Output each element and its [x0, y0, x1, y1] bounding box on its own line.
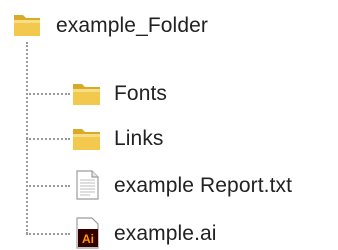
tree-node-links[interactable]: Links — [70, 121, 164, 155]
tree-node-label: Fonts — [114, 81, 168, 105]
svg-text:Ai: Ai — [82, 232, 94, 246]
tree-node-report-txt[interactable]: example Report.txt — [70, 168, 292, 202]
folder-icon — [70, 76, 104, 110]
tree-node-label: Links — [114, 126, 164, 150]
tree-node-label: example_Folder — [56, 13, 208, 37]
text-file-icon — [70, 168, 104, 202]
tree-node-fonts[interactable]: Fonts — [70, 76, 167, 110]
illustrator-file-icon: Ai — [70, 216, 104, 250]
tree-node-root[interactable]: example_Folder — [10, 8, 208, 42]
tree-connector-fonts — [26, 93, 70, 95]
tree-node-ai-file[interactable]: Ai example.ai — [70, 216, 217, 250]
folder-icon — [70, 121, 104, 155]
folder-icon — [10, 8, 44, 42]
tree-node-label: example Report.txt — [114, 173, 293, 197]
tree-connector-links — [26, 138, 70, 140]
tree-connector-ai — [26, 233, 70, 235]
tree-node-label: example.ai — [114, 221, 217, 245]
folder-tree: example_Folder Fonts Links example Repor… — [0, 0, 338, 249]
tree-connector-report — [26, 185, 70, 187]
